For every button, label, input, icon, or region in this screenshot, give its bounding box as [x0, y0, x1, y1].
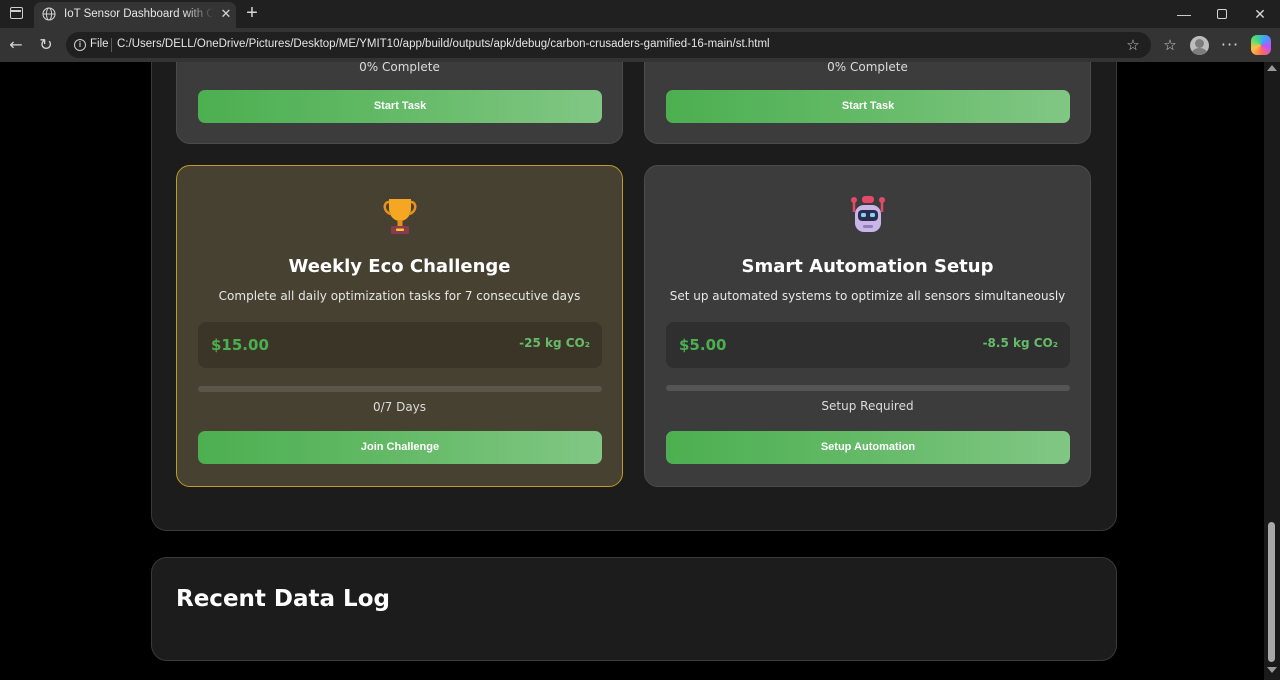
progress-bar [198, 386, 602, 392]
star-icon[interactable]: ☆ [1123, 35, 1143, 55]
scrollbar-thumb[interactable] [1268, 522, 1275, 662]
trophy-icon [177, 196, 622, 236]
reward-money: $15.00 [211, 336, 269, 354]
reward-co2: -25 kg CO₂ [519, 336, 590, 350]
window-close-icon[interactable]: ✕ [1248, 4, 1272, 24]
card-description: Complete all daily optimization tasks fo… [218, 289, 581, 303]
globe-icon [42, 7, 56, 21]
start-task-button[interactable]: Start Task [198, 90, 602, 123]
url-text[interactable]: C:/Users/DELL/OneDrive/Pictures/Desktop/… [117, 38, 770, 50]
task-card: 0% Complete Start Task [176, 62, 623, 144]
address-bar[interactable]: i File C:/Users/DELL/OneDrive/Pictures/D… [66, 32, 1151, 58]
data-log-section: Recent Data Log [151, 557, 1117, 661]
profile-icon[interactable] [1190, 36, 1209, 55]
card-title: Weekly Eco Challenge [288, 256, 511, 277]
card-title: Smart Automation Setup [741, 256, 994, 277]
divider [111, 38, 112, 52]
automation-card: Smart Automation Setup Set up automated … [644, 165, 1091, 487]
robot-icon [645, 194, 1090, 234]
tab-title: IoT Sensor Dashboard with Carbon Crusade… [64, 8, 214, 20]
tasks-section: 0% Complete Start Task 0% Complete Start… [151, 62, 1117, 531]
progress-text: 0% Complete [359, 62, 440, 74]
reward-box: $15.00 -25 kg CO₂ [198, 322, 602, 368]
copilot-icon[interactable] [1251, 35, 1271, 55]
vertical-scrollbar[interactable] [1264, 62, 1280, 680]
browser-toolbar: ← ↻ i File C:/Users/DELL/OneDrive/Pictur… [0, 28, 1280, 62]
reward-box: $5.00 -8.5 kg CO₂ [666, 322, 1070, 368]
browser-tab-bar: IoT Sensor Dashboard with Carbon Crusade… [0, 0, 1280, 28]
tab-actions-icon[interactable] [10, 7, 23, 19]
progress-text: 0% Complete [827, 62, 908, 74]
file-label: File [90, 38, 109, 50]
progress-text: 0/7 Days [372, 400, 427, 414]
info-icon[interactable]: i [74, 39, 86, 51]
maximize-icon[interactable] [1210, 4, 1234, 24]
reward-money: $5.00 [679, 336, 727, 354]
section-title: Recent Data Log [176, 586, 390, 612]
start-task-button[interactable]: Start Task [666, 90, 1070, 123]
scroll-up-arrow[interactable] [1267, 65, 1277, 71]
page-viewport: 0% Complete Start Task 0% Complete Start… [0, 62, 1264, 680]
task-card: 0% Complete Start Task [644, 62, 1091, 144]
weekly-challenge-card: Weekly Eco Challenge Complete all daily … [176, 165, 623, 487]
plus-icon[interactable]: + [242, 3, 262, 23]
join-challenge-button[interactable]: Join Challenge [198, 431, 602, 464]
minimize-icon[interactable]: — [1172, 4, 1196, 24]
reload-icon[interactable]: ↻ [35, 34, 57, 56]
back-icon[interactable]: ← [5, 34, 27, 56]
progress-bar [666, 385, 1070, 391]
scroll-down-arrow[interactable] [1267, 667, 1277, 673]
card-description: Set up automated systems to optimize all… [669, 289, 1066, 303]
favorites-icon[interactable]: ☆ [1159, 34, 1181, 56]
setup-automation-button[interactable]: Setup Automation [666, 431, 1070, 464]
reward-co2: -8.5 kg CO₂ [982, 336, 1058, 350]
browser-tab[interactable]: IoT Sensor Dashboard with Carbon Crusade… [34, 2, 236, 28]
more-icon[interactable]: ··· [1219, 34, 1241, 56]
progress-text: Setup Required [821, 399, 914, 413]
close-icon[interactable]: ✕ [218, 6, 234, 22]
